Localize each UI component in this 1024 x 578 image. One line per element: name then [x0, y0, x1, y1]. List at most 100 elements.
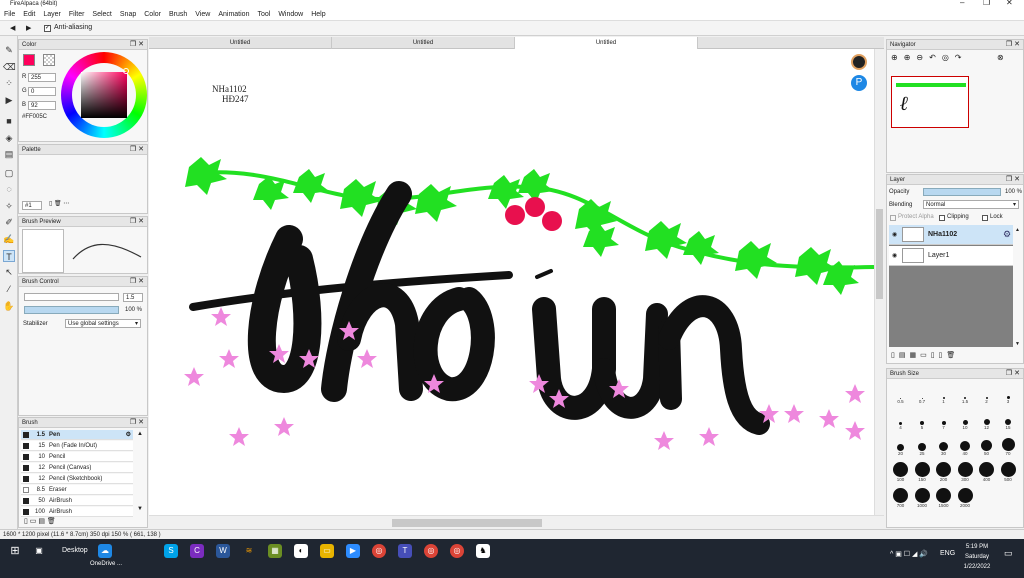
menu-help[interactable]: Help	[307, 8, 329, 21]
brush-footer-icons[interactable]: ▯ ▭ ▤ 🗑	[24, 517, 56, 525]
menu-file[interactable]: File	[0, 8, 19, 21]
horizontal-scrollbar[interactable]	[149, 515, 884, 529]
brush-size-option[interactable]: 3	[998, 383, 1019, 404]
brush-size-option[interactable]: 1	[933, 383, 954, 404]
notification-icon[interactable]: ▭	[1004, 548, 1013, 559]
visibility-icon[interactable]: ◉	[892, 231, 897, 238]
brush-size-option[interactable]: 15	[998, 409, 1019, 430]
scroll-up-icon[interactable]: ▲	[1015, 227, 1020, 233]
brush-item[interactable]: 100 AirBrush	[21, 507, 133, 517]
brush-size-option[interactable]: 200	[933, 461, 954, 482]
app-icon[interactable]: ▦	[268, 544, 282, 558]
menu-window[interactable]: Window	[274, 8, 307, 21]
brush-item[interactable]: 15 Pen (Fade In/Out)	[21, 441, 133, 451]
close-button[interactable]: ✕	[1006, 0, 1013, 7]
chrome-icon[interactable]: ◎	[372, 544, 386, 558]
brush-item[interactable]: 50 AirBrush	[21, 496, 133, 506]
dot-icon[interactable]: ⁘	[3, 77, 15, 89]
protect-alpha-checkbox[interactable]	[890, 215, 896, 221]
menu-filter[interactable]: Filter	[65, 8, 89, 21]
onedrive-label[interactable]: OneDrive ...	[90, 561, 122, 567]
navigator-close-icon[interactable]: ⊗	[997, 53, 1004, 62]
panel-close-icon[interactable]: ❐ ✕	[1006, 369, 1020, 379]
avatar[interactable]	[851, 54, 867, 70]
brush-size-option[interactable]: 4	[890, 409, 911, 430]
firealpaca-icon[interactable]: ♞	[476, 544, 490, 558]
blending-select[interactable]: Normal ▾	[923, 200, 1019, 209]
rect-icon[interactable]: ■	[3, 115, 15, 127]
vertical-scroll-thumb[interactable]	[876, 209, 883, 299]
horizontal-scroll-thumb[interactable]	[392, 519, 542, 527]
gear-icon[interactable]: ⚙	[1003, 229, 1011, 240]
app-icon[interactable]: C	[190, 544, 204, 558]
g-field[interactable]: 0	[28, 87, 56, 96]
panel-close-icon[interactable]: ❐ ✕	[1006, 175, 1020, 185]
windows-start-icon[interactable]: ⊞	[8, 544, 22, 558]
onedrive-icon[interactable]: ☁	[98, 544, 112, 558]
hue-wheel[interactable]	[61, 52, 147, 138]
vertical-scrollbar[interactable]	[874, 49, 884, 515]
tray-icons[interactable]: ^ ▣ ☐ ◢ 🔊	[890, 550, 928, 558]
panel-close-icon[interactable]: ❐ ✕	[130, 217, 144, 227]
brush-size-option[interactable]: 0.7	[912, 383, 933, 404]
chrome-icon[interactable]: ◎	[450, 544, 464, 558]
palette-selector[interactable]: #1	[22, 201, 42, 210]
brush-size-option[interactable]: 5	[912, 409, 933, 430]
antialias-checkbox[interactable]: ✓	[44, 25, 51, 32]
drawing-canvas[interactable]: NHa1102 HĐ247 P	[149, 49, 874, 515]
clipping-checkbox[interactable]	[939, 215, 945, 221]
menu-color[interactable]: Color	[140, 8, 165, 21]
maximize-button[interactable]: ❐	[983, 0, 990, 7]
desktop-label[interactable]: Desktop	[62, 547, 88, 554]
fill-icon[interactable]: ▶	[3, 94, 15, 106]
brush-size-option[interactable]: 70	[998, 435, 1019, 456]
pen-icon[interactable]: ✐	[3, 216, 15, 228]
next-frame-button[interactable]: ▶	[26, 24, 31, 32]
foreground-color-swatch[interactable]	[23, 54, 35, 66]
lock-checkbox[interactable]	[982, 215, 988, 221]
select-icon[interactable]: ▢	[3, 167, 15, 179]
brush-size-option[interactable]: 20	[890, 435, 911, 456]
task-view-icon[interactable]: ▣	[32, 544, 46, 558]
brush-item[interactable]: 1.5 Pen ⚙	[21, 430, 133, 440]
navigator-thumbnail[interactable]: ℓ	[891, 76, 969, 128]
scroll-up-icon[interactable]: ▲	[137, 431, 143, 437]
zoom-icon[interactable]: ▶	[346, 544, 360, 558]
panel-close-icon[interactable]: ❐ ✕	[130, 277, 144, 287]
brush-icon[interactable]: ✎	[3, 44, 15, 56]
panel-close-icon[interactable]: ❐ ✕	[130, 40, 144, 50]
layer-row[interactable]: ◉ Layer1	[889, 246, 1013, 266]
teams-icon[interactable]: T	[398, 544, 412, 558]
b-field[interactable]: 92	[28, 101, 56, 110]
text-icon[interactable]: T	[3, 250, 15, 262]
stabilizer-select[interactable]: Use global settings ▾	[65, 319, 141, 328]
gear-icon[interactable]: ⚙	[126, 430, 131, 440]
skype-icon[interactable]: S	[164, 544, 178, 558]
layer-opacity-slider[interactable]	[923, 188, 1001, 196]
lasso-icon[interactable]: ◌	[3, 183, 15, 195]
brush-opacity-slider[interactable]	[24, 306, 119, 314]
menu-edit[interactable]: Edit	[19, 8, 39, 21]
minimize-button[interactable]: –	[960, 0, 964, 7]
color-picker-cursor[interactable]	[123, 68, 129, 74]
brush-size-option[interactable]: 7	[933, 409, 954, 430]
brush-size-field[interactable]: 1.5	[123, 293, 143, 302]
brush-size-option[interactable]: 1.5	[955, 383, 976, 404]
prev-frame-button[interactable]: ◀	[10, 24, 15, 32]
file-explorer-icon[interactable]: ▭	[320, 544, 334, 558]
visibility-icon[interactable]: ◉	[892, 252, 897, 259]
wifi-icon[interactable]: ≋	[242, 544, 256, 558]
bucket-icon[interactable]: ◈	[3, 132, 15, 144]
chrome-icon[interactable]: ◎	[424, 544, 438, 558]
r-field[interactable]: 255	[28, 73, 56, 82]
saturation-square[interactable]	[81, 72, 127, 118]
eyedropper-icon[interactable]: ⁄	[3, 283, 15, 295]
menu-brush[interactable]: Brush	[165, 8, 191, 21]
menu-select[interactable]: Select	[88, 8, 115, 21]
panel-close-icon[interactable]: ❐ ✕	[130, 418, 144, 428]
brush-size-slider[interactable]	[24, 293, 119, 301]
brush-size-option[interactable]: 400	[976, 461, 997, 482]
scroll-down-icon[interactable]: ▼	[137, 506, 143, 512]
navigator-zoom-icons[interactable]: ⊕⊕⊖↶◎↷	[891, 53, 968, 62]
language-indicator[interactable]: ENG	[940, 550, 955, 557]
